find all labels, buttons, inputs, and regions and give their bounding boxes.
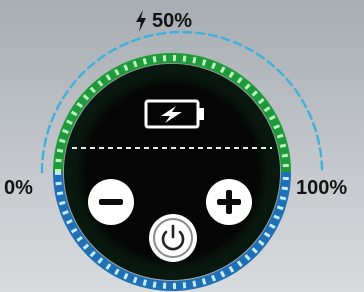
decrease-button[interactable] — [88, 179, 134, 225]
min-percent-label: 0% — [4, 177, 33, 199]
power-button[interactable] — [147, 212, 199, 264]
battery-control-widget: 50% 0% 100% — [0, 0, 364, 292]
power-icon — [149, 214, 197, 262]
increase-button[interactable] — [206, 179, 252, 225]
bolt-icon — [136, 10, 146, 32]
minus-icon — [99, 199, 123, 205]
max-percent-label: 100% — [296, 177, 348, 199]
plus-icon — [217, 190, 241, 214]
level-percent-label: 50% — [152, 10, 193, 32]
